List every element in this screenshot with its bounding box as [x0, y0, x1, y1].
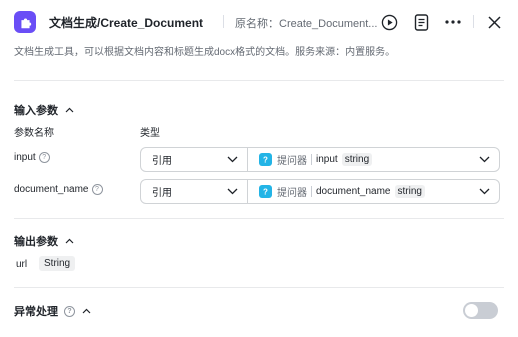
var-source: 提问器: [277, 156, 307, 167]
var-type-tag: string: [341, 153, 373, 166]
exception-section-header[interactable]: 异常处理 ?: [14, 303, 91, 319]
param-type-column-header: 类型: [140, 128, 160, 139]
output-param-name: url: [16, 259, 28, 270]
divider: [311, 154, 312, 165]
question-block-icon: ?: [259, 153, 272, 166]
param-mode-select-input[interactable]: 引用: [140, 147, 248, 172]
section-divider: [14, 218, 504, 219]
divider: [311, 186, 312, 197]
param-label-input: input ?: [14, 152, 50, 163]
param-label-document-name: document_name ?: [14, 184, 103, 195]
puzzle-icon: [14, 11, 36, 33]
param-value-select-input[interactable]: ? 提问器 input string: [248, 147, 500, 172]
exception-section-title: 异常处理: [14, 306, 58, 318]
param-mode-select-document-name[interactable]: 引用: [140, 179, 248, 204]
section-divider: [14, 80, 504, 81]
question-block-icon: ?: [259, 185, 272, 198]
divider: [223, 15, 224, 28]
section-divider: [14, 287, 504, 288]
chevron-up-icon[interactable]: [81, 306, 91, 316]
svg-text:?: ?: [263, 156, 268, 165]
svg-text:?: ?: [263, 188, 268, 197]
input-section-header[interactable]: 输入参数: [14, 102, 74, 118]
var-type-tag: string: [394, 185, 425, 198]
chevron-down-icon: [227, 156, 238, 163]
output-param-type: String: [39, 256, 76, 271]
chevron-up-icon[interactable]: [64, 236, 74, 246]
more-icon[interactable]: [443, 12, 463, 32]
chevron-up-icon[interactable]: [64, 105, 74, 115]
toggle-knob: [465, 304, 478, 317]
param-value-select-document-name[interactable]: ? 提问器 document_name string: [248, 179, 500, 204]
exception-toggle[interactable]: [463, 302, 498, 319]
help-icon[interactable]: ?: [91, 184, 103, 195]
node-description: 文档生成工具，可以根据文档内容和标题生成docx格式的文档。服务来源：内置服务。: [14, 47, 396, 58]
node-header: 文档生成/Create_Document 原名称：Create_Document…: [0, 0, 518, 44]
output-section-title: 输出参数: [14, 236, 58, 248]
divider: [473, 15, 474, 28]
close-icon[interactable]: [484, 12, 504, 32]
play-icon[interactable]: [379, 12, 399, 32]
chevron-down-icon: [479, 156, 490, 163]
output-section-header[interactable]: 输出参数: [14, 233, 74, 249]
param-name-column-header: 参数名称: [14, 128, 54, 139]
help-icon[interactable]: ?: [64, 305, 75, 317]
input-section-title: 输入参数: [14, 105, 58, 117]
chevron-down-icon: [227, 188, 238, 195]
chevron-down-icon: [479, 188, 490, 195]
var-name: document_name: [316, 186, 391, 197]
document-list-icon[interactable]: [411, 12, 431, 32]
help-icon[interactable]: ?: [38, 152, 50, 163]
node-title: 文档生成/Create_Document: [49, 16, 204, 30]
var-source: 提问器: [277, 188, 307, 199]
original-name: 原名称：Create_Document...: [235, 18, 378, 30]
var-name: input: [316, 154, 338, 165]
